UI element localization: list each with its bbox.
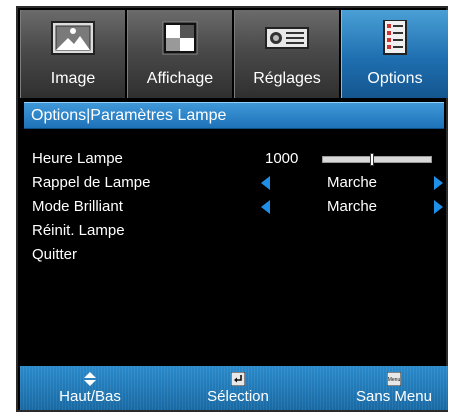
menu-list: Heure Lampe 1000 Rappel de Lampe Marche … — [32, 148, 443, 268]
up-down-icon — [84, 372, 96, 386]
picture-icon — [51, 21, 95, 55]
display-icon — [162, 21, 198, 55]
tab-bar: Image Affichage Réglages Options — [20, 10, 448, 100]
lamp-hours-bar — [322, 153, 432, 166]
menu-key-icon: Menu — [387, 372, 401, 386]
menu-item-bright-mode[interactable]: Mode Brilliant Marche — [32, 196, 443, 220]
osd-window: Image Affichage Réglages Options Options… — [16, 6, 448, 412]
tab-image-label: Image — [50, 70, 96, 87]
section-header: Options|Paramètres Lampe — [24, 102, 444, 129]
footer-menu: Menu Sans Menu — [346, 368, 442, 408]
footer-select: Sélection — [193, 368, 283, 408]
up-down-label: Haut/Bas — [59, 388, 121, 405]
left-arrow-icon[interactable] — [261, 176, 270, 190]
lamp-hours-thumb — [370, 153, 374, 166]
lamp-reset-label: Réinit. Lampe — [32, 222, 125, 239]
right-arrow-icon[interactable] — [434, 176, 443, 190]
footer-bar: Haut/Bas Sélection Menu Sans Menu — [20, 366, 448, 410]
right-arrow-icon[interactable] — [434, 200, 443, 214]
menu-item-lamp-hours[interactable]: Heure Lampe 1000 — [32, 148, 442, 172]
section-title: Options|Paramètres Lampe — [31, 107, 227, 124]
lamp-hours-track — [322, 156, 432, 163]
lamp-hours-label: Heure Lampe — [32, 150, 123, 167]
options-icon — [383, 20, 407, 55]
enter-icon — [231, 372, 245, 386]
lamp-hours-value: 1000 — [265, 150, 299, 167]
left-arrow-icon[interactable] — [261, 200, 270, 214]
bright-mode-value: Marche — [327, 198, 378, 215]
menu-key-text: Menu — [388, 377, 401, 383]
tab-reglages[interactable]: Réglages — [234, 10, 341, 98]
footer-up-down: Haut/Bas — [50, 368, 130, 408]
tab-affichage-label: Affichage — [146, 70, 214, 87]
menu-label: Sans Menu — [356, 388, 432, 405]
menu-item-quit[interactable]: Quitter — [32, 244, 442, 268]
tab-affichage[interactable]: Affichage — [127, 10, 234, 98]
tab-options[interactable]: Options — [341, 10, 448, 98]
menu-item-lamp-reminder[interactable]: Rappel de Lampe Marche — [32, 172, 443, 196]
lamp-reminder-value: Marche — [327, 174, 378, 191]
quit-label: Quitter — [32, 246, 78, 263]
settings-icon — [265, 27, 309, 49]
menu-item-lamp-reset[interactable]: Réinit. Lampe — [32, 220, 442, 244]
tab-reglages-label: Réglages — [253, 70, 321, 87]
lamp-reminder-label: Rappel de Lampe — [32, 174, 151, 191]
tab-image[interactable]: Image — [20, 10, 127, 98]
bright-mode-label: Mode Brilliant — [32, 198, 123, 215]
select-label: Sélection — [207, 388, 269, 405]
tab-options-label: Options — [367, 70, 423, 87]
